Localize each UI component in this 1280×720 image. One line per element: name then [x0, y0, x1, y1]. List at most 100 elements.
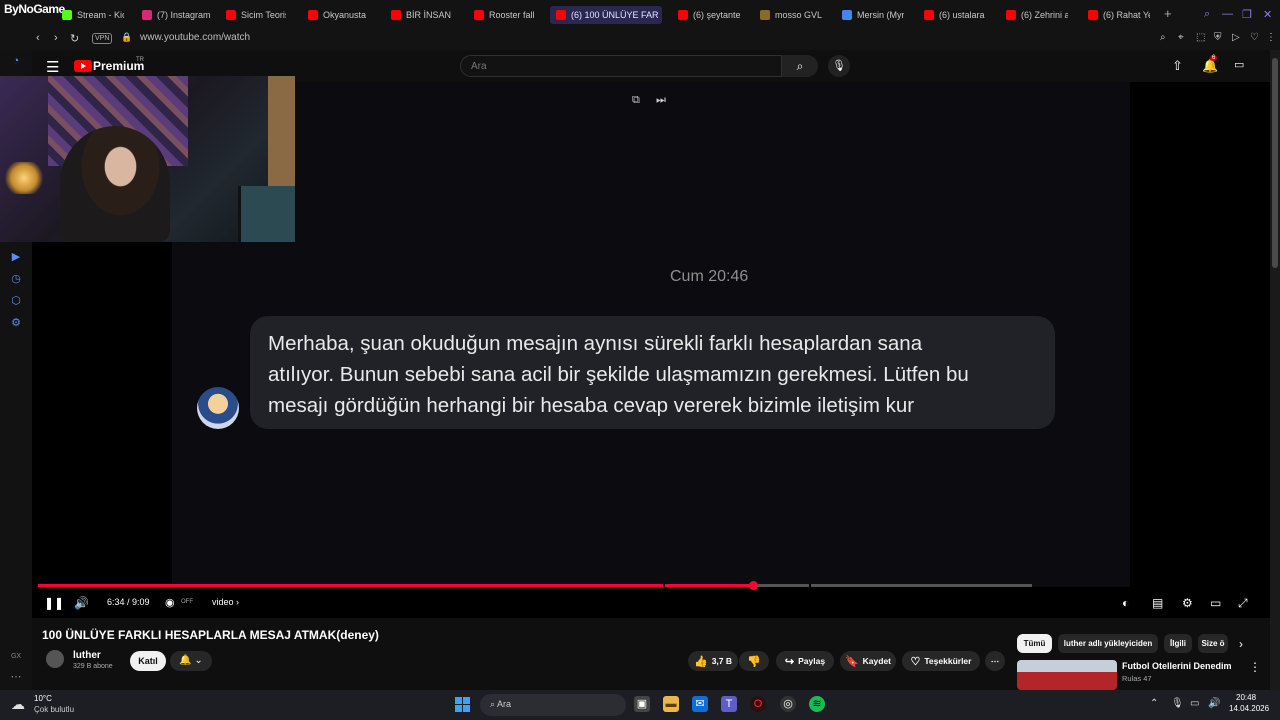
subtitles-icon[interactable]: ▤: [1152, 596, 1163, 610]
chip-all[interactable]: Tümü: [1017, 634, 1052, 653]
browser-tab[interactable]: (6) ustalara k: [924, 6, 986, 24]
browser-tab[interactable]: Okyanusta Te: [308, 6, 368, 24]
recommendation-channel[interactable]: Rulas 47: [1122, 674, 1152, 683]
subscribe-bell-button[interactable]: 🔔 ⌄: [170, 651, 212, 671]
menu-icon[interactable]: ⋮: [1266, 32, 1276, 43]
back-icon[interactable]: ‹: [36, 32, 40, 44]
search-tabs-icon[interactable]: ⌕: [1204, 8, 1210, 21]
taskbar-date[interactable]: 14.04.2026: [1229, 704, 1269, 713]
thanks-button[interactable]: ♡ Teşekkürler: [902, 651, 980, 671]
recommendation-title[interactable]: Futbol Otellerini Denedim: [1122, 661, 1232, 671]
taskbar-time[interactable]: 20:48: [1236, 693, 1256, 702]
upload-icon[interactable]: ⇧: [1172, 58, 1183, 74]
tray-chevron-icon[interactable]: ⌃: [1150, 698, 1158, 709]
next-frame-icon[interactable]: ⏭: [656, 94, 666, 107]
autoplay-toggle-icon[interactable]: ◉: [165, 596, 175, 609]
join-button[interactable]: Katıl: [130, 651, 166, 671]
chip-for-you[interactable]: Size ö: [1198, 634, 1228, 653]
history-icon[interactable]: ◷: [9, 272, 23, 286]
browser-tab[interactable]: (6) Zehrini ak: [1006, 6, 1068, 24]
miniplayer-icon[interactable]: ⧉: [632, 94, 640, 107]
tab-favicon-icon: [62, 10, 72, 20]
reload-icon[interactable]: ↻: [70, 32, 79, 45]
browser-tab[interactable]: (7) Instagram: [142, 6, 212, 24]
settings-icon[interactable]: ⚙: [9, 316, 23, 330]
tray-network-icon[interactable]: ▭: [1190, 698, 1199, 709]
tab-favicon-icon: [924, 10, 934, 20]
new-tab-button[interactable]: +: [1164, 6, 1172, 21]
browser-tab[interactable]: (6) Rahat Yero: [1088, 6, 1150, 24]
search-icon[interactable]: ⌕: [782, 55, 818, 77]
app-icon[interactable]: ◎: [780, 696, 796, 712]
hamburger-menu-icon[interactable]: ☰: [46, 58, 59, 76]
close-icon[interactable]: ✕: [1263, 8, 1272, 21]
browser-tab[interactable]: BİR İNSAN UY: [391, 6, 451, 24]
maximize-icon[interactable]: ❐: [1242, 8, 1252, 21]
progress-scrubber[interactable]: [748, 581, 758, 590]
extensions-icon[interactable]: ⬡: [9, 294, 23, 308]
chapter-button[interactable]: video ›: [212, 597, 239, 607]
autoplay-switch-icon[interactable]: ◐: [1122, 596, 1129, 610]
search-input[interactable]: [460, 55, 782, 77]
tray-mic-icon[interactable]: 🎙: [1171, 698, 1184, 709]
microphone-icon[interactable]: 🎙: [828, 55, 850, 77]
vpn-badge[interactable]: VPN: [92, 33, 113, 44]
gx-corner-icon[interactable]: ◔: [9, 54, 23, 68]
pin-icon[interactable]: ⌖: [1178, 32, 1184, 43]
browser-tab[interactable]: Mersin (Myrtu: [842, 6, 904, 24]
teams-icon[interactable]: T: [721, 696, 737, 712]
send-icon[interactable]: ▷: [1232, 32, 1240, 43]
forward-icon[interactable]: ›: [54, 32, 58, 44]
recommendation-thumbnail[interactable]: [1017, 660, 1117, 690]
chips-next-icon[interactable]: ›: [1239, 637, 1243, 651]
browser-tab[interactable]: Stream - Kick: [62, 6, 124, 24]
channel-avatar[interactable]: [46, 650, 64, 668]
weather-temperature[interactable]: 10°C: [34, 694, 52, 703]
browser-tab[interactable]: Rooster falls: [474, 6, 534, 24]
heart-icon[interactable]: ♡: [1250, 32, 1259, 43]
player-icon[interactable]: ▶: [9, 250, 23, 264]
taskbar-search[interactable]: ⌕ Ara: [480, 694, 626, 716]
outlook-icon[interactable]: ✉: [692, 696, 708, 712]
save-button[interactable]: 🔖 Kaydet: [840, 651, 896, 671]
opera-gx-icon[interactable]: O: [750, 696, 766, 712]
shield-icon[interactable]: ⛨: [1214, 32, 1222, 43]
tray-volume-icon[interactable]: 🔊: [1208, 698, 1220, 709]
file-explorer-icon[interactable]: ▬: [663, 696, 679, 712]
weather-cloud-icon[interactable]: ☁: [11, 696, 25, 713]
pause-icon[interactable]: ❚❚: [44, 596, 64, 610]
dislike-button[interactable]: 👎: [739, 651, 769, 671]
minimize-icon[interactable]: —: [1222, 8, 1233, 20]
settings-gear-icon[interactable]: ⚙: [1182, 596, 1193, 610]
channel-name[interactable]: luther: [73, 650, 101, 661]
recommendation-menu-icon[interactable]: ⋮: [1249, 660, 1261, 674]
browser-tab[interactable]: mosso GVL25: [760, 6, 822, 24]
account-avatar-icon[interactable]: ▭: [1234, 58, 1244, 71]
more-icon[interactable]: ⋯: [9, 670, 23, 684]
page-scrollbar[interactable]: [1270, 50, 1280, 690]
fullscreen-icon[interactable]: ⤢: [1238, 596, 1248, 611]
spotify-icon[interactable]: ≋: [809, 696, 825, 712]
youtube-logo-icon[interactable]: [74, 60, 92, 72]
more-actions-button[interactable]: ⋯: [985, 651, 1005, 671]
weather-condition[interactable]: Çok bulutlu: [34, 705, 74, 714]
volume-icon[interactable]: 🔊: [74, 596, 89, 610]
progress-bar[interactable]: [38, 581, 1032, 590]
chip-from-uploader[interactable]: luther adlı yükleyiciden: [1058, 634, 1158, 653]
chip-related[interactable]: İlgili: [1164, 634, 1192, 653]
task-view-icon[interactable]: ▣: [634, 696, 650, 712]
theater-mode-icon[interactable]: ▭: [1210, 596, 1221, 610]
scrollbar-thumb[interactable]: [1272, 58, 1278, 268]
browser-tab[interactable]: Sicim Teorisi: [226, 6, 286, 24]
share-button[interactable]: ↪ Paylaş: [776, 651, 834, 671]
windows-start-icon[interactable]: [455, 697, 470, 712]
like-button[interactable]: 👍 3,7 B: [688, 651, 738, 671]
save-label: Kaydet: [862, 656, 892, 666]
url-field[interactable]: www.youtube.com/watch: [140, 32, 250, 43]
sender-avatar: [197, 387, 239, 429]
video-title: 100 ÜNLÜYE FARKLI HESAPLARLA MESAJ ATMAK…: [42, 628, 379, 642]
browser-tab[interactable]: (6) şeytantep: [678, 6, 740, 24]
zoom-icon[interactable]: ⌕: [1160, 32, 1166, 43]
browser-tab[interactable]: (6) 100 ÜNLÜYE FAR: [550, 6, 662, 24]
snapshot-icon[interactable]: ⬚: [1196, 32, 1205, 43]
